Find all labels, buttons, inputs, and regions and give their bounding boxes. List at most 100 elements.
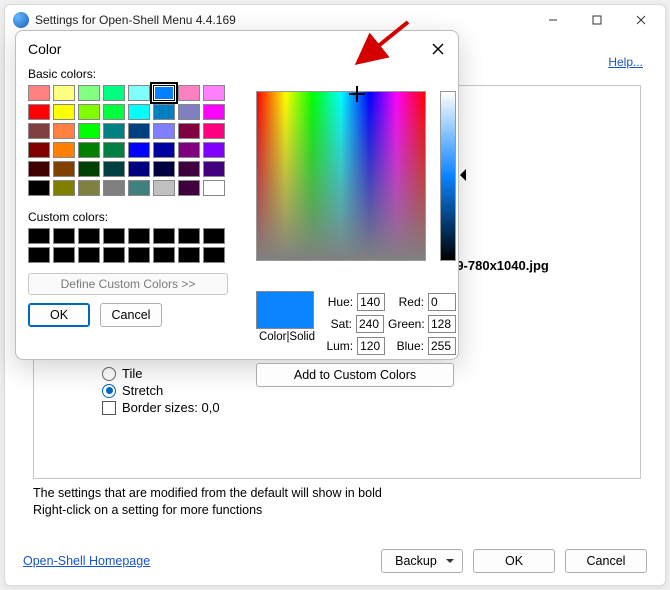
custom-color-swatch[interactable]	[53, 247, 75, 263]
border-sizes-label: Border sizes: 0,0	[122, 400, 220, 415]
window-title: Settings for Open-Shell Menu 4.4.169	[35, 13, 236, 27]
basic-color-swatch[interactable]	[103, 180, 125, 196]
add-to-custom-colors-button[interactable]: Add to Custom Colors	[256, 363, 454, 387]
homepage-link[interactable]: Open-Shell Homepage	[23, 554, 150, 568]
basic-color-swatch[interactable]	[178, 142, 200, 158]
blue-input[interactable]	[428, 337, 456, 355]
basic-color-swatch[interactable]	[153, 123, 175, 139]
basic-color-swatch[interactable]	[28, 180, 50, 196]
basic-color-swatch[interactable]	[203, 85, 225, 101]
basic-color-swatch[interactable]	[103, 142, 125, 158]
basic-color-swatch[interactable]	[128, 161, 150, 177]
basic-color-swatch[interactable]	[178, 180, 200, 196]
basic-color-swatch[interactable]	[53, 180, 75, 196]
custom-color-swatch[interactable]	[178, 247, 200, 263]
custom-color-swatch[interactable]	[203, 228, 225, 244]
sat-input[interactable]	[356, 315, 384, 333]
color-solid-label: Color|Solid	[256, 331, 318, 343]
minimize-button[interactable]	[531, 6, 575, 34]
radio-stretch-label: Stretch	[122, 383, 163, 398]
basic-color-swatch[interactable]	[103, 85, 125, 101]
basic-color-swatch[interactable]	[203, 123, 225, 139]
basic-color-swatch[interactable]	[78, 142, 100, 158]
define-custom-colors-button[interactable]: Define Custom Colors >>	[28, 273, 228, 295]
color-preview	[256, 291, 314, 329]
red-input[interactable]	[428, 293, 456, 311]
cancel-button[interactable]: Cancel	[565, 549, 647, 573]
basic-color-swatch[interactable]	[153, 161, 175, 177]
basic-colors-label: Basic colors:	[28, 67, 446, 81]
basic-color-swatch[interactable]	[28, 104, 50, 120]
custom-color-swatch[interactable]	[28, 228, 50, 244]
basic-color-swatch[interactable]	[28, 123, 50, 139]
backup-button[interactable]: Backup	[381, 549, 463, 573]
custom-color-swatch[interactable]	[78, 247, 100, 263]
border-sizes-icon	[102, 401, 116, 415]
basic-color-swatch[interactable]	[53, 104, 75, 120]
custom-color-swatch[interactable]	[28, 247, 50, 263]
custom-color-swatch[interactable]	[78, 228, 100, 244]
custom-color-swatch[interactable]	[53, 228, 75, 244]
basic-color-swatch[interactable]	[128, 180, 150, 196]
basic-color-swatch[interactable]	[78, 161, 100, 177]
custom-color-swatch[interactable]	[128, 247, 150, 263]
color-spectrum[interactable]	[256, 91, 426, 261]
color-ok-button[interactable]: OK	[28, 303, 90, 327]
basic-color-swatch[interactable]	[153, 85, 175, 101]
custom-color-swatch[interactable]	[103, 247, 125, 263]
hue-input[interactable]	[357, 293, 385, 311]
basic-color-swatch[interactable]	[53, 85, 75, 101]
basic-color-swatch[interactable]	[178, 123, 200, 139]
basic-color-swatch[interactable]	[203, 180, 225, 196]
basic-color-swatch[interactable]	[103, 161, 125, 177]
green-input[interactable]	[428, 315, 456, 333]
basic-color-swatch[interactable]	[128, 85, 150, 101]
basic-color-swatch[interactable]	[203, 142, 225, 158]
custom-color-swatch[interactable]	[128, 228, 150, 244]
help-link[interactable]: Help...	[608, 55, 643, 69]
green-label: Green:	[388, 317, 424, 331]
basic-color-swatch[interactable]	[178, 104, 200, 120]
basic-color-swatch[interactable]	[153, 142, 175, 158]
ok-button[interactable]: OK	[473, 549, 555, 573]
footer-hints: The settings that are modified from the …	[33, 485, 382, 519]
basic-color-swatch[interactable]	[53, 142, 75, 158]
custom-color-swatch[interactable]	[153, 228, 175, 244]
basic-color-swatch[interactable]	[203, 161, 225, 177]
basic-color-swatch[interactable]	[53, 161, 75, 177]
maximize-button[interactable]	[575, 6, 619, 34]
hint-bold: The settings that are modified from the …	[33, 485, 382, 502]
app-icon	[13, 12, 29, 28]
border-sizes-row[interactable]: Border sizes: 0,0	[102, 400, 630, 415]
basic-color-swatch[interactable]	[78, 180, 100, 196]
basic-color-swatch[interactable]	[178, 85, 200, 101]
color-dialog-title: Color	[28, 41, 446, 57]
basic-color-swatch[interactable]	[128, 104, 150, 120]
basic-color-swatch[interactable]	[28, 85, 50, 101]
basic-color-swatch[interactable]	[28, 161, 50, 177]
basic-color-swatch[interactable]	[128, 123, 150, 139]
basic-color-swatch[interactable]	[153, 180, 175, 196]
color-dialog-close[interactable]	[428, 39, 448, 59]
lum-input[interactable]	[357, 337, 385, 355]
custom-color-swatch[interactable]	[153, 247, 175, 263]
basic-color-swatch[interactable]	[203, 104, 225, 120]
custom-color-swatch[interactable]	[203, 247, 225, 263]
custom-color-swatch[interactable]	[103, 228, 125, 244]
basic-color-swatch[interactable]	[103, 123, 125, 139]
basic-color-swatch[interactable]	[53, 123, 75, 139]
basic-color-swatch[interactable]	[78, 123, 100, 139]
custom-color-swatch[interactable]	[178, 228, 200, 244]
color-cancel-button[interactable]: Cancel	[100, 303, 162, 327]
basic-color-swatch[interactable]	[78, 104, 100, 120]
basic-color-swatch[interactable]	[128, 142, 150, 158]
basic-color-swatch[interactable]	[178, 161, 200, 177]
basic-color-swatch[interactable]	[103, 104, 125, 120]
close-button[interactable]	[619, 6, 663, 34]
basic-color-swatch[interactable]	[153, 104, 175, 120]
hint-rightclick: Right-click on a setting for more functi…	[33, 502, 382, 519]
basic-color-swatch[interactable]	[28, 142, 50, 158]
luminance-arrow-icon[interactable]	[454, 169, 466, 181]
red-label: Red:	[389, 295, 424, 309]
basic-color-swatch[interactable]	[78, 85, 100, 101]
